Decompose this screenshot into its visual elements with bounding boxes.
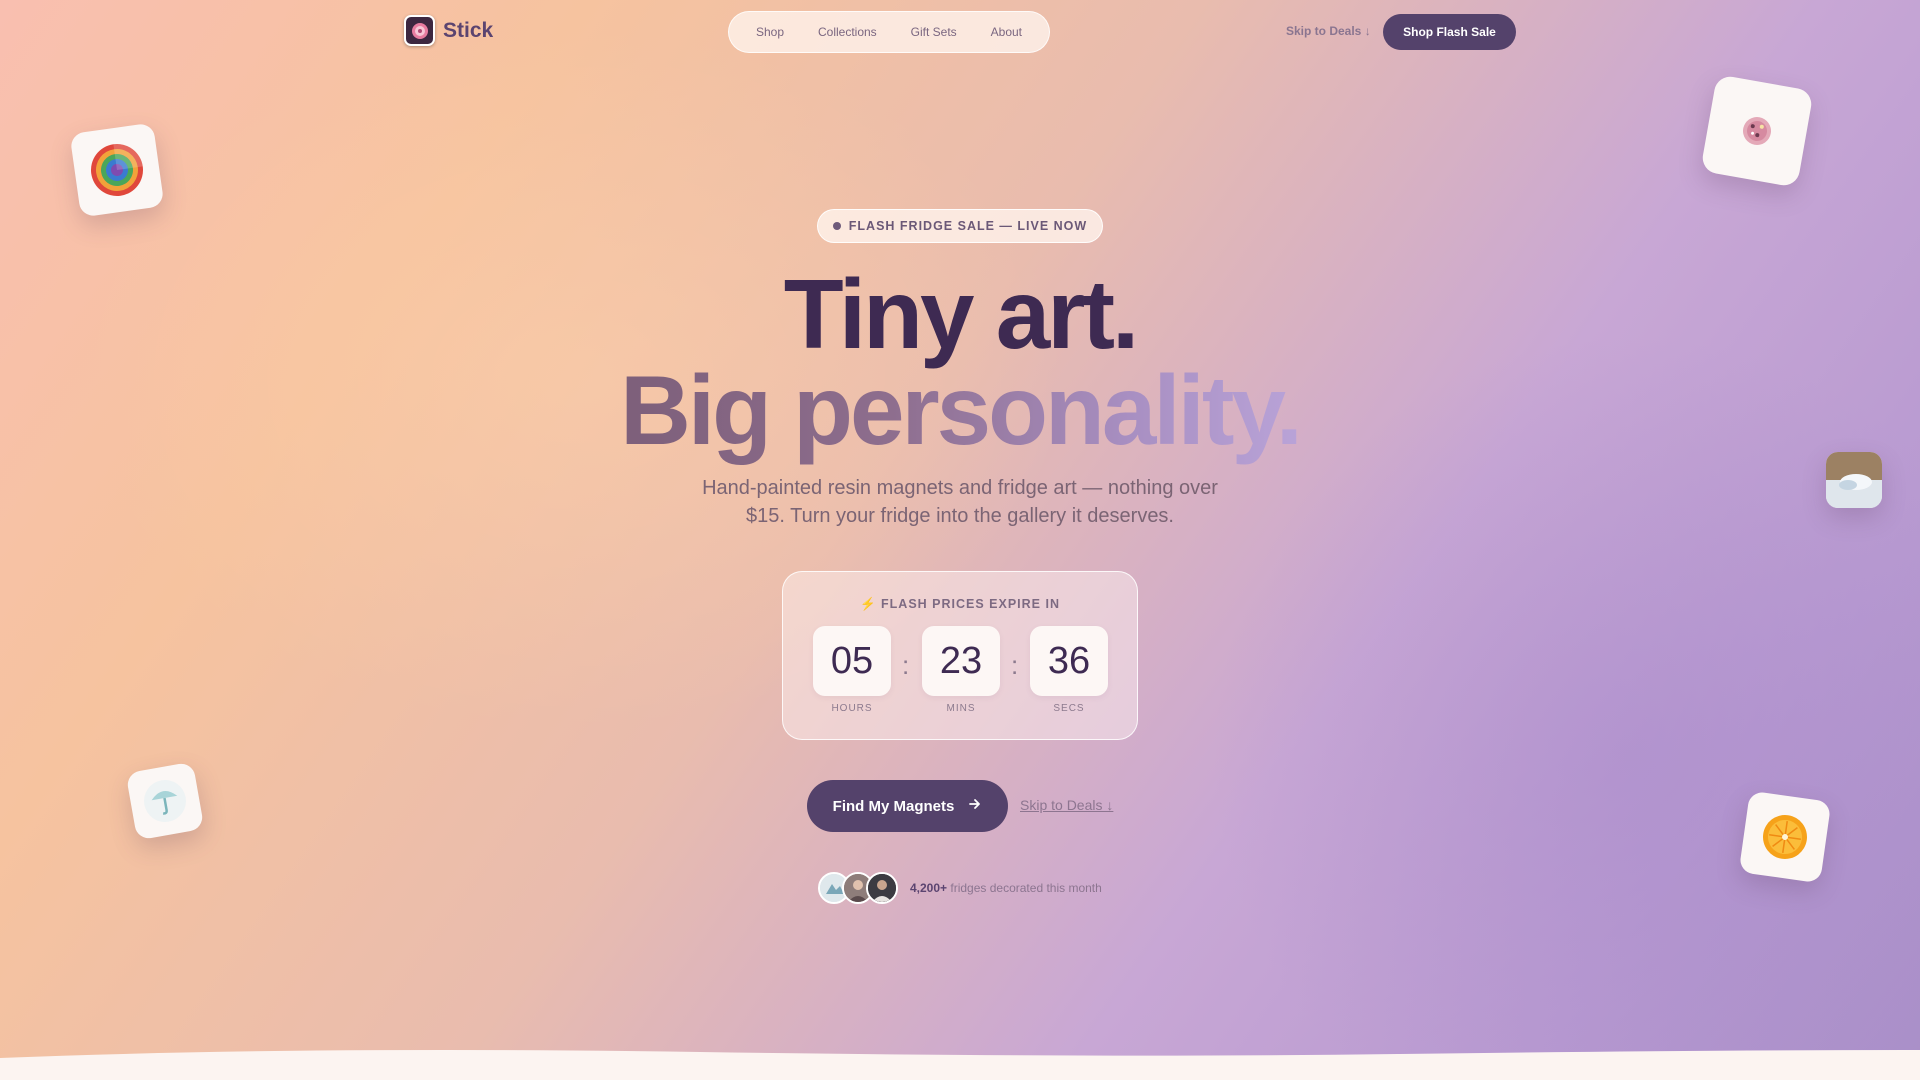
social-proof-label: fridges decorated this month bbox=[950, 881, 1102, 895]
countdown-card: ⚡ FLASH PRICES EXPIRE IN 05 HOURS : 23 M… bbox=[782, 571, 1138, 740]
brand-name: Stick bbox=[443, 18, 494, 42]
flash-sale-badge-label: FLASH FRIDGE SALE — LIVE NOW bbox=[848, 219, 1088, 233]
headline-line-2-text: Big personality. bbox=[620, 355, 1303, 465]
countdown-secs-value: 36 bbox=[1030, 626, 1108, 696]
countdown-separator: : bbox=[1011, 650, 1019, 680]
customer-avatars bbox=[818, 872, 902, 904]
brand-logo[interactable]: Stick bbox=[404, 15, 493, 46]
countdown-separator: : bbox=[902, 650, 910, 680]
umbrella-magnet-icon bbox=[125, 761, 205, 841]
top-nav: Stick Shop Collections Gift Sets About S… bbox=[0, 11, 1920, 53]
nav-link-gift-sets[interactable]: Gift Sets bbox=[911, 25, 957, 39]
find-my-magnets-button[interactable]: Find My Magnets bbox=[807, 780, 1008, 832]
countdown-label: ⚡ FLASH PRICES EXPIRE IN bbox=[859, 597, 1060, 611]
rainbow-swirl-magnet-icon bbox=[69, 122, 165, 218]
arrow-right-icon bbox=[968, 797, 982, 815]
countdown-mins-value: 23 bbox=[922, 626, 1000, 696]
live-dot-icon bbox=[832, 222, 841, 230]
flash-sale-badge: FLASH FRIDGE SALE — LIVE NOW bbox=[817, 209, 1103, 243]
magnet-swirl-logo-icon bbox=[404, 15, 435, 46]
hero-subtitle: Hand-painted resin magnets and fridge ar… bbox=[702, 477, 1218, 527]
countdown-hours-value: 05 bbox=[813, 626, 891, 696]
nav-link-shop[interactable]: Shop bbox=[756, 25, 784, 39]
social-proof-count: 4,200+ bbox=[910, 881, 948, 895]
cookie-magnet-icon bbox=[1700, 74, 1814, 188]
headline-line-2: Big personality. bbox=[0, 358, 1920, 462]
nav-link-about[interactable]: About bbox=[991, 25, 1022, 39]
skip-to-deals-link[interactable]: Skip to Deals ↓ bbox=[1020, 797, 1113, 813]
shop-flash-sale-button[interactable]: Shop Flash Sale bbox=[1383, 14, 1516, 50]
avatar bbox=[866, 872, 898, 904]
bottom-wave-divider bbox=[0, 1050, 1920, 1080]
countdown-hours-label: HOURS bbox=[831, 703, 873, 714]
main-nav-menu: Shop Collections Gift Sets About bbox=[728, 11, 1050, 53]
find-my-magnets-label: Find My Magnets bbox=[832, 797, 955, 815]
orange-slice-magnet-icon bbox=[1738, 790, 1832, 884]
countdown-secs-label: SECS bbox=[1053, 703, 1085, 714]
countdown-mins-label: MINS bbox=[946, 703, 976, 714]
skip-to-deals-nav-link[interactable]: Skip to Deals ↓ bbox=[1286, 24, 1371, 38]
nav-link-collections[interactable]: Collections bbox=[818, 25, 877, 39]
background-glow bbox=[0, 0, 1920, 1080]
social-proof-text: 4,200+ fridges decorated this month bbox=[910, 881, 1102, 895]
headline-line-1: Tiny art. bbox=[783, 259, 1139, 369]
